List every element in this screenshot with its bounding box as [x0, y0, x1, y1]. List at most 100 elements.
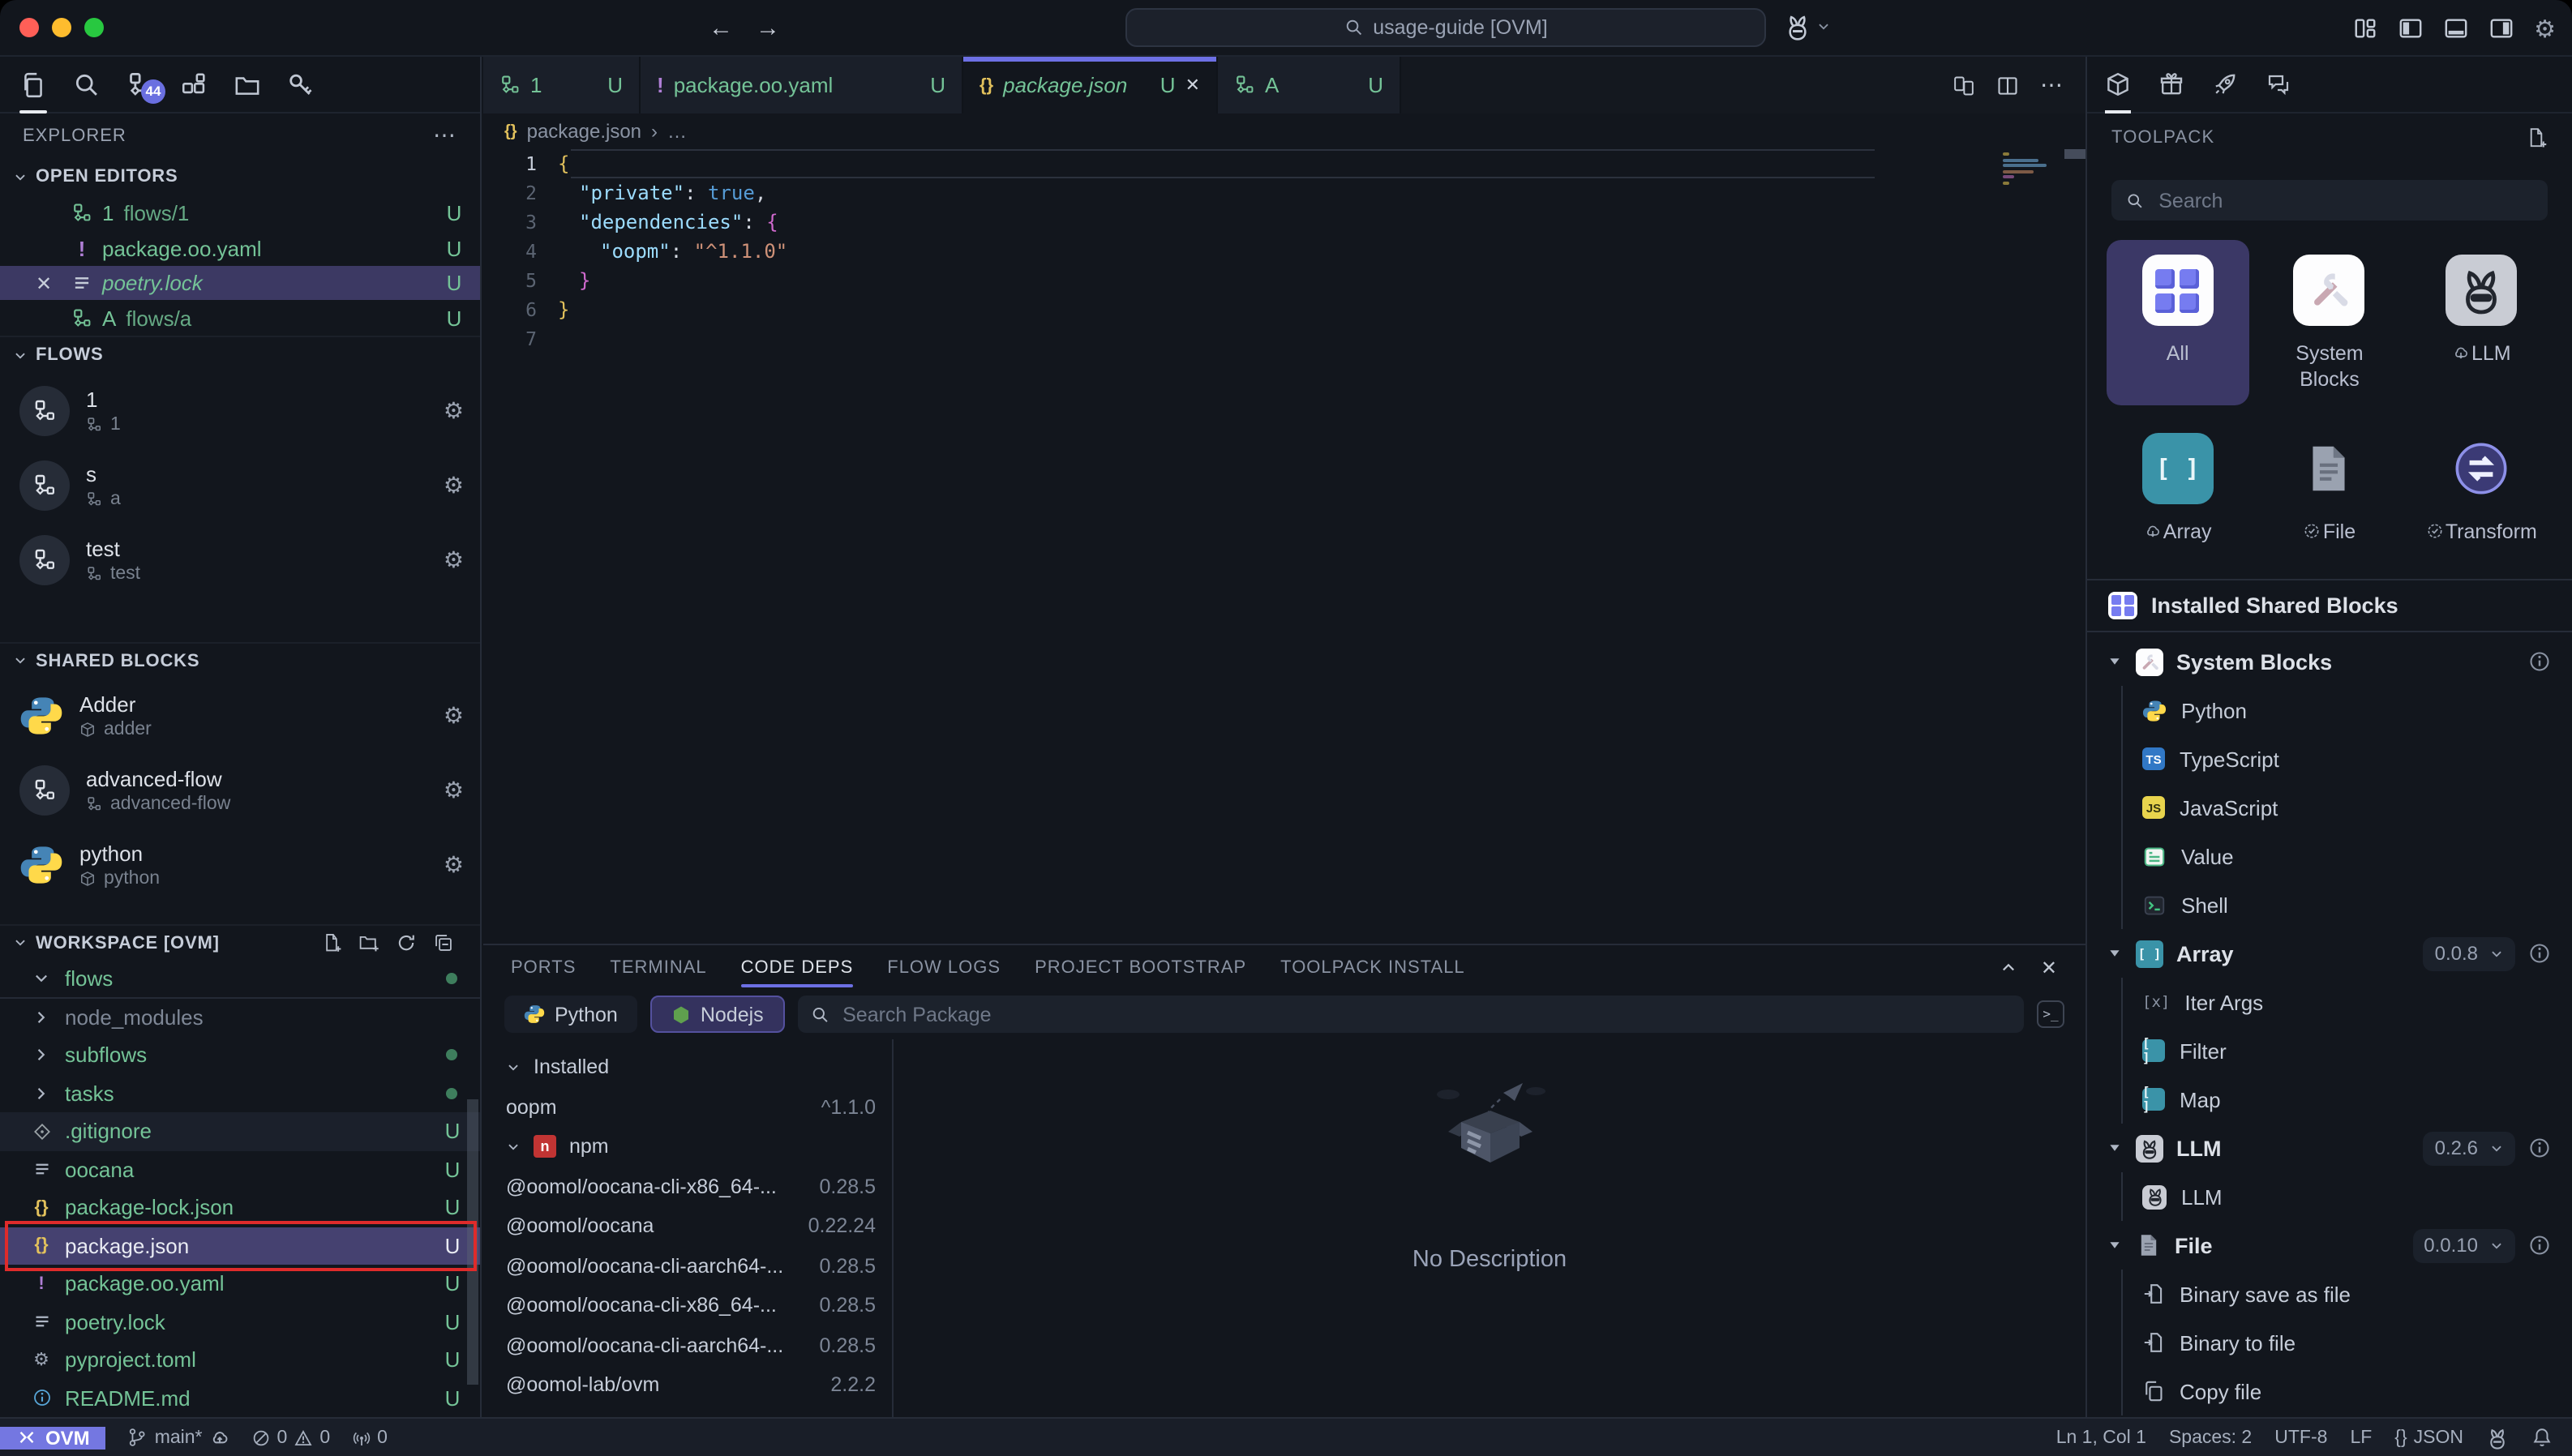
nodejs-runtime-button[interactable]: Nodejs [650, 996, 785, 1033]
package-row[interactable]: @oomol/oocana-cli-x86_64-...0.28.5 [483, 1286, 892, 1325]
tree-file-readme[interactable]: README.md U [0, 1379, 480, 1417]
category-array[interactable]: [ ] Array [2107, 418, 2248, 559]
tab-project-bootstrap[interactable]: PROJECT BOOTSTRAP [1035, 945, 1246, 989]
category-system-blocks[interactable]: System Blocks [2258, 240, 2400, 405]
category-all[interactable]: All [2107, 240, 2248, 405]
open-editor-item-selected[interactable]: ✕ poetry.lock U [0, 266, 480, 301]
python-runtime-button[interactable]: Python [504, 996, 637, 1033]
tree-folder-tasks[interactable]: tasks [0, 1074, 480, 1112]
block-iter-args[interactable]: [x]Iter Args [2123, 978, 2572, 1026]
tree-file-package-json[interactable]: {} package.json U [0, 1227, 480, 1265]
tree-file-poetry-lock[interactable]: poetry.lock U [0, 1303, 480, 1341]
category-file[interactable]: File [2258, 418, 2400, 559]
settings-gear-icon[interactable]: ⚙ [2534, 14, 2556, 43]
category-llm[interactable]: LLM [2411, 240, 2553, 405]
flow-settings-gear-icon[interactable]: ⚙ [444, 471, 464, 499]
flow-card[interactable]: 1 1 ⚙ [0, 374, 480, 448]
maximize-panel-icon[interactable] [2000, 958, 2018, 976]
info-icon[interactable] [2528, 1234, 2551, 1257]
eol[interactable]: LF [2350, 1428, 2372, 1447]
assistant-menu[interactable] [1784, 13, 1831, 41]
open-editor-item[interactable]: 1 flows/1 U [0, 196, 480, 231]
problems-item[interactable]: 0 0 [251, 1428, 331, 1447]
tree-file-package-oo-yaml[interactable]: ! package.oo.yaml U [0, 1265, 480, 1303]
package-search-input[interactable] [839, 1001, 2011, 1027]
group-system-blocks[interactable]: System Blocks [2087, 637, 2572, 686]
blocks-activity-icon[interactable] [180, 57, 208, 113]
close-tab-icon[interactable]: ✕ [1185, 75, 1200, 96]
minimap[interactable] [2003, 152, 2061, 184]
block-settings-gear-icon[interactable]: ⚙ [444, 777, 464, 805]
minimap-slider[interactable] [2064, 149, 2085, 159]
version-selector[interactable]: 0.0.8 [2424, 936, 2515, 970]
tab-flow-1[interactable]: 1 U [483, 57, 641, 113]
group-file[interactable]: File 0.0.10 [2087, 1221, 2572, 1270]
folder-activity-icon[interactable] [234, 57, 261, 113]
refresh-explorer-icon[interactable] [396, 933, 417, 954]
collapse-folders-icon[interactable] [433, 933, 454, 954]
block-binary-to-file[interactable]: Binary to file [2123, 1318, 2572, 1367]
block-value[interactable]: Value [2123, 832, 2572, 880]
block-settings-gear-icon[interactable]: ⚙ [444, 852, 464, 880]
block-settings-gear-icon[interactable]: ⚙ [444, 703, 464, 730]
version-selector[interactable]: 0.0.10 [2412, 1228, 2515, 1262]
command-center[interactable]: usage-guide [OVM] [1125, 8, 1766, 47]
rocket-tab-icon[interactable] [2212, 57, 2238, 113]
chat-tab-icon[interactable] [2266, 57, 2291, 113]
block-typescript[interactable]: TSTypeScript [2123, 734, 2572, 783]
remote-indicator[interactable]: OVM [0, 1426, 106, 1449]
breadcrumb[interactable]: {} package.json › … [483, 113, 2085, 149]
tab-ports[interactable]: PORTS [511, 945, 576, 989]
rabbit-icon[interactable] [2486, 1426, 2509, 1449]
toggle-secondary-sidebar-icon[interactable] [2488, 16, 2513, 41]
explorer-more-icon[interactable]: ⋯ [433, 122, 457, 149]
tab-package-oo-yaml[interactable]: ! package.oo.yaml U [641, 57, 963, 113]
open-editor-item[interactable]: ! package.oo.yaml U [0, 231, 480, 266]
package-row[interactable]: @oomol/oocana0.22.24 [483, 1206, 892, 1246]
toolpack-tab-icon[interactable] [2105, 57, 2131, 113]
block-map[interactable]: [ ]Map [2123, 1075, 2572, 1124]
shared-block-card[interactable]: Adder adder ⚙ [0, 679, 480, 754]
block-copy-file[interactable]: Copy file [2123, 1367, 2572, 1415]
encoding[interactable]: UTF-8 [2274, 1428, 2327, 1447]
open-changes-icon[interactable] [1953, 74, 1975, 96]
tab-toolpack-install[interactable]: TOOLPACK INSTALL [1280, 945, 1465, 989]
tree-scrollbar[interactable] [467, 1099, 478, 1385]
workspace-section-header[interactable]: WORKSPACE [OVM] [0, 925, 480, 960]
tree-folder-node-modules[interactable]: node_modules [0, 998, 480, 1036]
block-filter[interactable]: [ ]Filter [2123, 1026, 2572, 1075]
package-row[interactable]: @oomol/oocana-cli-x86_64-...0.28.5 [483, 1167, 892, 1206]
info-icon[interactable] [2528, 1137, 2551, 1159]
console-toggle-button[interactable]: >_ [2037, 1000, 2064, 1028]
block-javascript[interactable]: JSJavaScript [2123, 783, 2572, 832]
flow-card[interactable]: s a ⚙ [0, 448, 480, 523]
gift-tab-icon[interactable] [2158, 57, 2184, 113]
category-transform[interactable]: Transform [2411, 418, 2553, 559]
ports-item[interactable]: 0 [351, 1428, 388, 1447]
flows-activity-icon[interactable]: 44 [126, 57, 154, 113]
search-activity-icon[interactable] [73, 57, 101, 113]
tree-file-package-lock[interactable]: {} package-lock.json U [0, 1188, 480, 1227]
block-llm[interactable]: LLM [2123, 1172, 2572, 1221]
split-editor-icon[interactable] [1996, 74, 2019, 96]
toggle-panel-icon[interactable] [2443, 16, 2467, 41]
back-button[interactable]: ← [709, 14, 733, 41]
tab-flow-logs[interactable]: FLOW LOGS [887, 945, 1001, 989]
close-panel-icon[interactable]: ✕ [2041, 956, 2058, 979]
tree-folder-flows[interactable]: flows [0, 960, 480, 998]
installed-group-header[interactable]: Installed [483, 1047, 892, 1087]
package-row[interactable]: @oomol/oocana-cli-aarch64-...0.28.5 [483, 1325, 892, 1365]
new-file-icon[interactable] [321, 933, 342, 954]
editor-more-actions-icon[interactable]: ⋯ [2040, 71, 2064, 99]
close-window-button[interactable] [19, 18, 39, 37]
block-python[interactable]: Python [2123, 686, 2572, 734]
open-editors-header[interactable]: OPEN EDITORS [0, 158, 480, 196]
npm-group-header[interactable]: n npm [483, 1127, 892, 1167]
toggle-primary-sidebar-icon[interactable] [2398, 16, 2422, 41]
block-shell[interactable]: Shell [2123, 880, 2572, 929]
tab-flow-a[interactable]: A U [1218, 57, 1401, 113]
info-icon[interactable] [2528, 650, 2551, 673]
shared-block-card[interactable]: advanced-flow advanced-flow ⚙ [0, 754, 480, 829]
flow-settings-gear-icon[interactable]: ⚙ [444, 546, 464, 573]
package-row[interactable]: @oomol/oocana-cli-aarch64-...0.28.5 [483, 1246, 892, 1286]
